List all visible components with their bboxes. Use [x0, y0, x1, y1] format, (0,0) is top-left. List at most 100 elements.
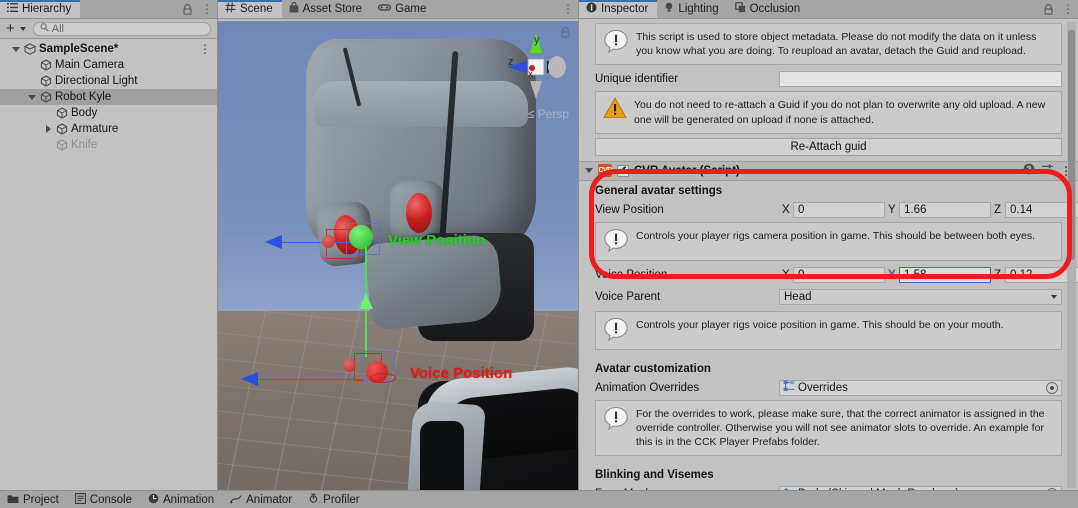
voice-position-row: Voice Position X 0 Y 1.58 Z 0.12	[595, 265, 1078, 285]
hierarchy-row-armature[interactable]: Armature	[0, 121, 217, 137]
hierarchy-row-body[interactable]: Body	[0, 105, 217, 121]
hierarchy-row-robot-kyle[interactable]: Robot Kyle	[0, 89, 217, 105]
tab-occlusion-label: Occlusion	[749, 3, 801, 15]
lock-icon[interactable]	[178, 0, 197, 18]
component-header-actions: ? ⋮	[1023, 163, 1072, 178]
animation-overrides-object-field[interactable]: Overrides	[779, 379, 1062, 396]
voice-position-y-axis-label: Y	[888, 268, 896, 281]
inspector-panel: Inspector Lighting Occlusion ⋮ This scri…	[579, 0, 1078, 490]
hierarchy-menu-icon[interactable]: ⋮	[197, 0, 217, 18]
component-foldout-icon[interactable]	[585, 168, 593, 174]
voice-position-x-input[interactable]: 0	[793, 266, 885, 283]
hierarchy-item-label: Directional Light	[55, 75, 138, 87]
inspector-menu-icon[interactable]: ⋮	[1058, 0, 1078, 18]
tab-lighting[interactable]: Lighting	[657, 0, 727, 18]
scene-row-menu-icon[interactable]: ⋮	[199, 42, 211, 56]
svg-text:?: ?	[1027, 165, 1032, 174]
lightbulb-icon	[664, 2, 674, 16]
hierarchy-row-directional-light[interactable]: Directional Light	[0, 73, 217, 89]
tab-label: Profiler	[323, 494, 360, 506]
tab-project[interactable]: Project	[0, 491, 68, 508]
gameobject-cube-icon	[54, 107, 69, 119]
tab-lighting-label: Lighting	[678, 3, 719, 15]
cvr-avatar-title: CVR Avatar (Script)	[634, 164, 740, 177]
view-position-x-input[interactable]: 0	[793, 201, 885, 218]
robot-shoulder-shadow	[420, 421, 464, 490]
foldout-expanded-icon[interactable]	[10, 46, 22, 52]
preset-icon[interactable]	[1041, 163, 1054, 178]
help-icon[interactable]: ?	[1023, 163, 1035, 178]
component-enabled-checkbox[interactable]: ✔	[617, 164, 629, 177]
view-position-y-input[interactable]: 1.66	[899, 201, 991, 218]
tab-inspector[interactable]: Inspector	[579, 0, 658, 18]
voice-position-y-input[interactable]: 1.58	[899, 266, 991, 283]
svg-text:x: x	[528, 69, 533, 80]
gameobject-cube-icon	[38, 59, 53, 71]
unique-identifier-input[interactable]	[779, 71, 1062, 88]
view-position-row: View Position X 0 Y 1.66 Z 0.14	[595, 200, 1078, 220]
object-picker-icon[interactable]	[1046, 381, 1058, 394]
profiler-icon	[308, 493, 319, 507]
tab-inspector-label: Inspector	[601, 3, 649, 15]
tab-occlusion[interactable]: Occlusion	[728, 0, 810, 18]
overrides-help-box: For the overrides to work, please make s…	[595, 399, 1062, 457]
voice-parent-dropdown[interactable]: Head	[779, 288, 1062, 305]
animation-icon	[148, 493, 159, 507]
hierarchy-search-input[interactable]: All	[32, 21, 211, 36]
hierarchy-row-knife[interactable]: Knife	[0, 137, 217, 153]
tab-game[interactable]: Game	[371, 0, 435, 18]
persp-text: Persp	[537, 107, 569, 121]
tab-animator[interactable]: Animator	[223, 491, 301, 508]
tab-asset-store[interactable]: Asset Store	[282, 0, 371, 18]
general-avatar-settings-title: General avatar settings	[595, 184, 723, 197]
tab-console[interactable]: Console	[68, 491, 141, 508]
gameobject-cube-icon	[38, 91, 53, 103]
bag-icon	[289, 2, 299, 16]
inspector-scrollbar[interactable]	[1067, 22, 1076, 488]
tab-hierarchy-label: Hierarchy	[22, 3, 72, 15]
override-controller-icon	[783, 380, 795, 395]
add-gameobject-button[interactable]: +	[4, 21, 17, 36]
occlusion-icon	[734, 2, 746, 16]
hierarchy-search-placeholder: All	[51, 22, 64, 35]
hierarchy-row-samplescene[interactable]: SampleScene* ⋮	[0, 41, 217, 57]
hierarchy-tabbar: Hierarchy ⋮	[0, 0, 217, 19]
reattach-guid-button[interactable]: Re-Attach guid	[595, 137, 1062, 156]
foldout-expanded-icon[interactable]	[26, 94, 38, 100]
hierarchy-row-main-camera[interactable]: Main Camera	[0, 57, 217, 73]
inspector-scrollbar-thumb[interactable]	[1068, 30, 1075, 260]
warning-triangle-icon	[603, 97, 627, 121]
tab-label: Console	[89, 494, 132, 506]
info-balloon-icon	[603, 406, 629, 432]
hierarchy-icon	[7, 2, 18, 16]
tab-animation[interactable]: Animation	[141, 491, 223, 508]
hierarchy-item-label: SampleScene*	[39, 43, 119, 55]
info-balloon-icon	[603, 317, 629, 343]
inspector-lock-icon[interactable]	[1039, 0, 1058, 18]
folder-icon	[7, 494, 19, 507]
scene-lock-icon[interactable]	[560, 27, 571, 41]
cvr-avatar-component-header[interactable]: CVR ✔ CVR Avatar (Script) ? ⋮	[579, 160, 1078, 181]
scene-projection-label[interactable]: ≤ Persp	[528, 107, 569, 121]
scene-menu-icon[interactable]: ⋮	[558, 0, 578, 18]
voice-parent-label: Voice Parent	[595, 290, 661, 303]
robot-jaw	[364, 233, 504, 331]
tab-hierarchy[interactable]: Hierarchy	[0, 0, 81, 18]
guid-help-text: This script is used to store object meta…	[636, 31, 1037, 58]
grid-icon	[225, 2, 236, 16]
view-position-label: View Position	[595, 203, 664, 216]
tab-scene[interactable]: Scene	[218, 0, 282, 18]
scene-viewport[interactable]: View Position Voice Position z y x ≤ Per…	[218, 21, 578, 490]
add-dropdown-caret-icon[interactable]	[19, 26, 26, 31]
voice-position-help-text: Controls your player rigs voice position…	[636, 318, 1004, 331]
unique-identifier-row: Unique identifier	[595, 69, 1062, 89]
gameobject-cube-icon	[38, 75, 53, 87]
inspector-tabbar-spacer	[809, 0, 1039, 18]
view-position-help-box: Controls your player rigs camera positio…	[595, 221, 1062, 261]
info-icon	[586, 2, 597, 16]
info-balloon-icon	[603, 228, 629, 254]
tab-profiler[interactable]: Profiler	[301, 491, 368, 508]
tab-scene-label: Scene	[240, 3, 273, 15]
view-position-y-axis-label: Y	[888, 203, 896, 216]
foldout-collapsed-icon[interactable]	[42, 125, 54, 133]
